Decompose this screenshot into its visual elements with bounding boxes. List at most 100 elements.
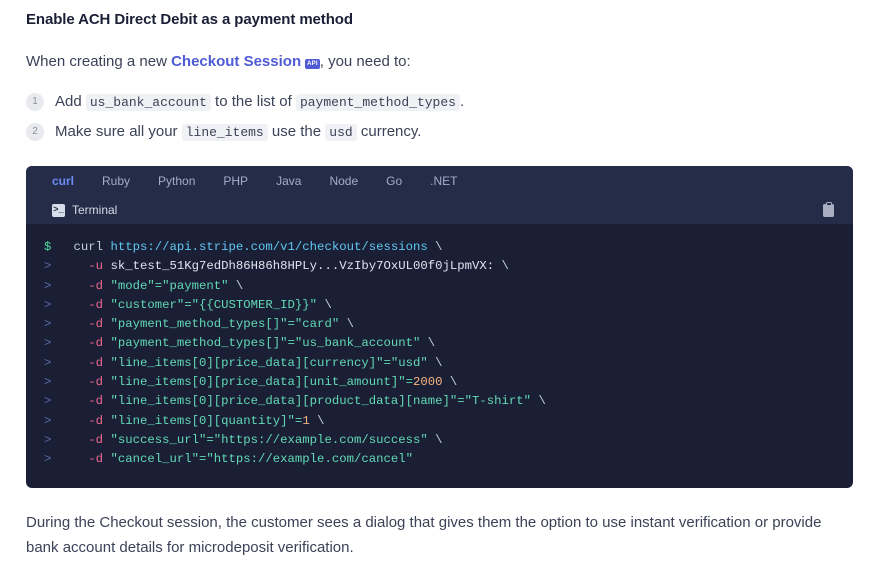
step-text: Make sure all your line_items use the us… xyxy=(55,121,421,144)
code-token-str: "cancel_url"="https://example.com/cancel… xyxy=(110,452,413,467)
step-text-part: use the xyxy=(267,123,326,140)
code-line: > -d "payment_method_types[]"="us_bank_a… xyxy=(44,334,835,353)
code-token-str: "customer"="{{CUSTOMER_ID}}" xyxy=(110,297,318,312)
code-token-str: "success_url"="https://example.com/succe… xyxy=(110,432,428,447)
tab-php[interactable]: PHP xyxy=(209,166,262,196)
code-line: > -d "payment_method_types[]"="card" \ xyxy=(44,315,835,334)
step-text-part: Make sure all your xyxy=(55,123,182,140)
code-token-flag: -d xyxy=(73,375,111,390)
code-token-str: "mode"="payment" xyxy=(110,278,229,293)
code-filename: Terminal xyxy=(72,203,118,217)
intro-text-before: When creating a new xyxy=(26,53,172,70)
code-gap xyxy=(51,336,73,350)
language-tab-bar: curl Ruby Python PHP Java Node Go .NET xyxy=(26,166,853,196)
tab-python[interactable]: Python xyxy=(144,166,209,196)
tab-ruby[interactable]: Ruby xyxy=(88,166,144,196)
code-chip: line_items xyxy=(181,124,268,141)
step-number: 2 xyxy=(26,123,44,141)
code-token-bslash: \ xyxy=(531,394,546,409)
outro-paragraph: During the Checkout session, the custome… xyxy=(26,513,822,556)
list-item: 1 Add us_bank_account to the list of pay… xyxy=(26,91,853,114)
code-token-flag: -d xyxy=(73,278,111,293)
code-token-flag: -u xyxy=(73,259,111,274)
code-token-url: https://api.stripe.com/v1/checkout/sessi… xyxy=(110,240,428,254)
step-text-part: to the list of xyxy=(210,93,296,110)
code-token-str: "line_items[0][price_data][product_data]… xyxy=(110,394,532,409)
doc-page: Enable ACH Direct Debit as a payment met… xyxy=(0,0,879,571)
code-token-bslash: \ xyxy=(494,259,509,274)
step-text: Add us_bank_account to the list of payme… xyxy=(55,91,464,114)
code-chip: payment_method_types xyxy=(295,94,460,111)
code-line: > -d "line_items[0][price_data][unit_amo… xyxy=(44,373,835,392)
code-gap xyxy=(51,433,73,447)
code-token-bslash: \ xyxy=(317,297,332,312)
code-gap xyxy=(51,394,73,408)
code-token-str: "line_items[0][price_data][currency]"="u… xyxy=(110,355,428,370)
tab-net[interactable]: .NET xyxy=(416,166,471,196)
code-token-bslash: \ xyxy=(427,240,443,254)
code-token-bslash: \ xyxy=(339,317,354,332)
tab-node[interactable]: Node xyxy=(315,166,372,196)
code-chip: us_bank_account xyxy=(85,94,211,111)
code-body[interactable]: $ curl https://api.stripe.com/v1/checkou… xyxy=(26,224,853,488)
tab-java[interactable]: Java xyxy=(262,166,315,196)
code-token-flag: -d xyxy=(73,413,111,428)
code-token-str: "payment_method_types[]"="us_bank_accoun… xyxy=(110,336,421,351)
page-title: Enable ACH Direct Debit as a payment met… xyxy=(26,11,353,28)
step-text-part: . xyxy=(459,93,465,110)
code-token-flag: -d xyxy=(73,336,111,351)
checkout-session-link[interactable]: Checkout Session xyxy=(171,53,301,70)
api-badge-icon: API xyxy=(305,59,320,69)
code-token-flag: -d xyxy=(73,297,111,312)
code-token-str: "payment_method_types[]"="card" xyxy=(110,317,340,332)
code-token-num: 1 xyxy=(302,413,310,428)
terminal-icon: >_ xyxy=(52,203,65,217)
code-line: > -d "line_items[0][price_data][product_… xyxy=(44,392,835,411)
step-number: 1 xyxy=(26,93,44,111)
code-token-bslash: \ xyxy=(442,375,458,390)
code-line: > -d "mode"="payment" \ xyxy=(44,277,835,296)
code-gap xyxy=(51,240,73,254)
intro-text-after: , you need to: xyxy=(319,53,411,70)
code-line: > -d "success_url"="https://example.com/… xyxy=(44,431,835,450)
code-file-bar: >_ Terminal xyxy=(26,196,853,224)
code-line: > -u sk_test_51Kg7edDh86H86h8HPLy...VzIb… xyxy=(44,257,835,276)
doc-content: Enable ACH Direct Debit as a payment met… xyxy=(0,0,879,560)
code-sample-block: curl Ruby Python PHP Java Node Go .NET >_ Termi… xyxy=(26,166,853,488)
code-gap xyxy=(51,356,73,370)
code-line: > -d "line_items[0][quantity]"=1 \ xyxy=(44,412,835,431)
tab-go[interactable]: Go xyxy=(372,166,416,196)
step-text-part: currency. xyxy=(356,123,422,140)
code-gap xyxy=(51,259,73,273)
code-chip: usd xyxy=(325,124,357,141)
step-text-part: Add xyxy=(55,93,86,110)
code-token-bslash: \ xyxy=(309,413,325,428)
code-token-bslash: \ xyxy=(228,278,244,293)
code-token-num: 2000 xyxy=(413,375,443,390)
code-gap xyxy=(51,414,73,428)
copy-icon[interactable] xyxy=(821,201,837,219)
steps-list: 1 Add us_bank_account to the list of pay… xyxy=(26,91,853,144)
code-line: > -d "customer"="{{CUSTOMER_ID}}" \ xyxy=(44,296,835,315)
code-token-bslash: \ xyxy=(427,355,443,370)
code-token-bslash: \ xyxy=(420,336,436,351)
code-line: $ curl https://api.stripe.com/v1/checkou… xyxy=(44,238,835,257)
code-gap xyxy=(51,279,73,293)
code-token-str: "line_items[0][quantity]"= xyxy=(110,413,303,428)
code-token-flag: -d xyxy=(73,317,111,332)
code-gap xyxy=(51,317,73,331)
code-token-flag: -d xyxy=(73,355,111,370)
code-token-str: "line_items[0][price_data][unit_amount]"… xyxy=(110,375,413,390)
code-gap xyxy=(51,298,73,312)
code-line: > -d "line_items[0][price_data][currency… xyxy=(44,354,835,373)
code-token-flag: -d xyxy=(73,432,111,447)
tab-curl[interactable]: curl xyxy=(44,166,88,196)
code-gap xyxy=(51,375,73,389)
code-token-flag: -d xyxy=(73,452,111,467)
code-token-bslash: \ xyxy=(427,432,443,447)
code-line: > -d "cancel_url"="https://example.com/c… xyxy=(44,450,835,469)
code-gap xyxy=(51,452,73,466)
intro-paragraph: When creating a new Checkout Session API,… xyxy=(26,51,853,73)
list-item: 2 Make sure all your line_items use the … xyxy=(26,121,853,144)
code-token-flag: -d xyxy=(73,394,111,409)
